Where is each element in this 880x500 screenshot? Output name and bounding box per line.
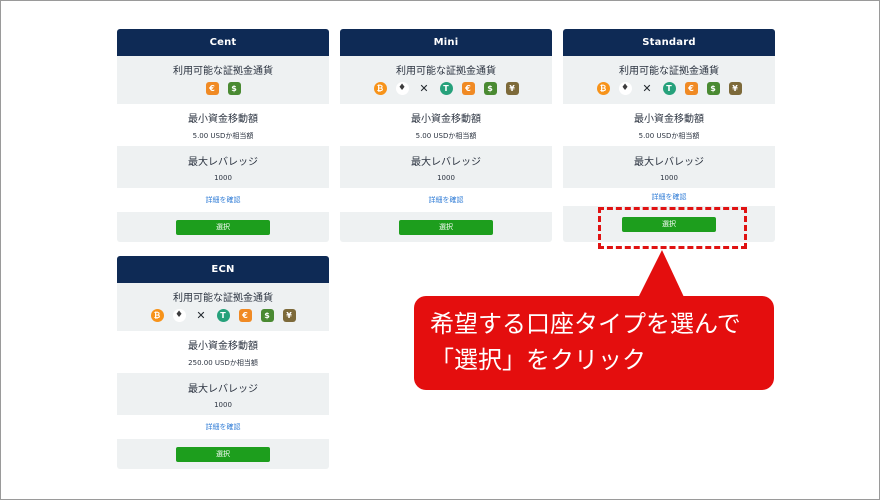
euro-icon: €	[684, 82, 698, 95]
details-link[interactable]: 詳細を確認	[117, 188, 329, 212]
dollar-icon: $	[706, 82, 720, 95]
card-title: ECN	[117, 256, 329, 283]
currency-section: 利用可能な証拠金通貨 € $	[117, 56, 329, 104]
max-leverage-value: 1000	[214, 400, 232, 409]
bitcoin-icon: ₿	[596, 82, 610, 95]
tether-icon: T	[662, 82, 676, 95]
max-leverage-label: 最大レバレッジ	[411, 156, 481, 168]
max-leverage-section: 最大レバレッジ 1000	[117, 146, 329, 188]
min-transfer-section: 最小資金移動額 5.00 USDか相当額	[563, 104, 775, 146]
max-leverage-value: 1000	[660, 173, 678, 182]
min-transfer-section: 最小資金移動額 5.00 USDか相当額	[117, 104, 329, 146]
dollar-icon: $	[227, 82, 241, 95]
bitcoin-icon: ₿	[373, 82, 387, 95]
yen-icon: ¥	[728, 82, 742, 95]
min-transfer-value: 5.00 USDか相当額	[638, 131, 700, 140]
instruction-callout: 希望する口座タイプを選んで 「選択」をクリック	[414, 296, 774, 390]
card-title: Mini	[340, 29, 552, 56]
highlight-box	[598, 207, 747, 249]
currency-icons: € $	[205, 82, 241, 95]
details-link[interactable]: 詳細を確認	[340, 188, 552, 212]
max-leverage-section: 最大レバレッジ 1000	[117, 373, 329, 415]
currency-icons: ₿ ♦ ✕ T € $ ¥	[596, 82, 742, 95]
max-leverage-label: 最大レバレッジ	[188, 383, 258, 395]
account-card-cent: Cent 利用可能な証拠金通貨 € $ 最小資金移動額 5.00 USDか相当額…	[117, 29, 329, 242]
min-transfer-value: 250.00 USDか相当額	[188, 358, 258, 367]
card-title: Standard	[563, 29, 775, 56]
currency-label: 利用可能な証拠金通貨	[619, 66, 719, 77]
xrp-icon: ✕	[196, 309, 206, 322]
ethereum-icon: ♦	[172, 309, 186, 322]
currency-label: 利用可能な証拠金通貨	[396, 66, 496, 77]
dollar-icon: $	[483, 82, 497, 95]
bitcoin-icon: ₿	[150, 309, 164, 322]
currency-icons: ₿ ♦ ✕ T € $ ¥	[150, 309, 296, 322]
min-transfer-value: 5.00 USDか相当額	[192, 131, 254, 140]
min-transfer-label: 最小資金移動額	[188, 340, 258, 352]
details-link[interactable]: 詳細を確認	[563, 188, 775, 206]
min-transfer-section: 最小資金移動額 5.00 USDか相当額	[340, 104, 552, 146]
min-transfer-label: 最小資金移動額	[634, 113, 704, 125]
currency-section: 利用可能な証拠金通貨 ₿ ♦ ✕ T € $ ¥	[563, 56, 775, 104]
xrp-icon: ✕	[642, 82, 652, 95]
max-leverage-label: 最大レバレッジ	[188, 156, 258, 168]
tether-icon: T	[439, 82, 453, 95]
xrp-icon: ✕	[419, 82, 429, 95]
min-transfer-value: 5.00 USDか相当額	[415, 131, 477, 140]
max-leverage-value: 1000	[437, 173, 455, 182]
card-title: Cent	[117, 29, 329, 56]
details-link[interactable]: 詳細を確認	[117, 415, 329, 439]
button-row: 選択	[340, 212, 552, 242]
currency-icons: ₿ ♦ ✕ T € $ ¥	[373, 82, 519, 95]
ethereum-icon: ♦	[618, 82, 632, 95]
account-card-mini: Mini 利用可能な証拠金通貨 ₿ ♦ ✕ T € $ ¥ 最小資金移動額 5.…	[340, 29, 552, 242]
tether-icon: T	[216, 309, 230, 322]
max-leverage-label: 最大レバレッジ	[634, 156, 704, 168]
select-button-ecn[interactable]: 選択	[176, 446, 270, 462]
yen-icon: ¥	[505, 82, 519, 95]
select-button-cent[interactable]: 選択	[176, 219, 270, 235]
account-card-ecn: ECN 利用可能な証拠金通貨 ₿ ♦ ✕ T € $ ¥ 最小資金移動額 250…	[117, 256, 329, 469]
min-transfer-label: 最小資金移動額	[411, 113, 481, 125]
callout-line-1: 希望する口座タイプを選んで	[430, 310, 741, 338]
min-transfer-label: 最小資金移動額	[188, 113, 258, 125]
dollar-icon: $	[260, 309, 274, 322]
max-leverage-section: 最大レバレッジ 1000	[340, 146, 552, 188]
callout-line-2: 「選択」をクリック	[430, 346, 646, 374]
currency-section: 利用可能な証拠金通貨 ₿ ♦ ✕ T € $ ¥	[117, 283, 329, 331]
ethereum-icon: ♦	[395, 82, 409, 95]
euro-icon: €	[461, 82, 475, 95]
select-button-mini[interactable]: 選択	[399, 219, 493, 235]
currency-section: 利用可能な証拠金通貨 ₿ ♦ ✕ T € $ ¥	[340, 56, 552, 104]
button-row: 選択	[117, 439, 329, 469]
currency-label: 利用可能な証拠金通貨	[173, 66, 273, 77]
button-row: 選択	[117, 212, 329, 242]
euro-icon: €	[205, 82, 219, 95]
min-transfer-section: 最小資金移動額 250.00 USDか相当額	[117, 331, 329, 373]
currency-label: 利用可能な証拠金通貨	[173, 293, 273, 304]
max-leverage-section: 最大レバレッジ 1000	[563, 146, 775, 188]
max-leverage-value: 1000	[214, 173, 232, 182]
euro-icon: €	[238, 309, 252, 322]
yen-icon: ¥	[282, 309, 296, 322]
